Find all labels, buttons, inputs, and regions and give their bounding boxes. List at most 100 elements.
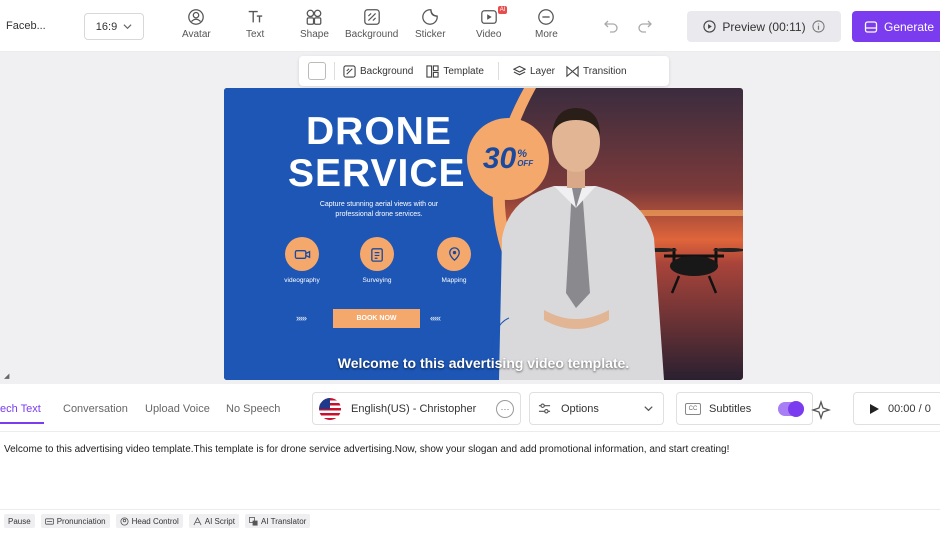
subtoolbar-background-label: Background <box>360 65 414 77</box>
feature-label: videography <box>284 277 320 284</box>
cta-arrows-right: ‹‹‹‹‹ <box>430 313 441 323</box>
tool-background[interactable]: Background <box>345 8 398 46</box>
tool-shape[interactable]: Shape <box>300 8 329 46</box>
tool-more[interactable]: More <box>535 8 558 46</box>
background-icon <box>343 64 356 78</box>
head-control-icon <box>120 516 129 526</box>
speech-panel-header: ech Text Conversation Upload Voice No Sp… <box>0 384 940 432</box>
generate-button[interactable]: Generate <box>852 11 940 42</box>
ai-translator-tool[interactable]: AI Translator <box>244 514 311 528</box>
subtoolbar-layer-label: Layer <box>529 65 555 77</box>
ai-translator-tool-label: AI Translator <box>260 516 307 526</box>
subtitles-control: CC Subtitles <box>676 392 813 425</box>
video-title-line1: DRONE <box>306 110 452 153</box>
divider <box>497 62 499 80</box>
tool-video[interactable]: AI Video <box>476 6 508 46</box>
subtoolbar-transition[interactable]: Transition <box>566 65 627 78</box>
text-icon <box>248 10 263 23</box>
discount-suffix: % OFF <box>517 149 533 169</box>
script-text[interactable]: Velcome to this advertising video templa… <box>4 444 729 455</box>
options-select[interactable]: Options <box>529 392 664 425</box>
translator-icon <box>249 516 258 526</box>
project-name[interactable]: Faceb... <box>6 20 46 32</box>
video-subtitle: Capture stunning aerial views with our p… <box>284 200 474 220</box>
feature-label: Surveying <box>362 277 392 284</box>
generate-label: Generate <box>884 19 935 34</box>
playback-control[interactable]: 00:00 / 0 <box>853 392 940 425</box>
video-icon <box>480 10 497 24</box>
voice-name: English(US) - Christopher <box>351 402 477 415</box>
playback-time: 00:00 / 0 <box>888 402 931 415</box>
tool-text[interactable]: Text <box>246 8 264 46</box>
app-window: Faceb... 16:9 Avatar Text Shape Backgrou… <box>0 0 940 539</box>
subtoolbar-layer[interactable]: Layer <box>512 65 555 78</box>
tool-more-label: More <box>535 29 558 40</box>
sliders-icon <box>538 403 551 414</box>
tab-conversation[interactable]: Conversation <box>63 403 128 415</box>
feature-videography: videography <box>272 237 332 284</box>
discount-off: OFF <box>517 159 534 168</box>
color-picker[interactable] <box>308 62 326 80</box>
tool-shape-label: Shape <box>300 29 329 40</box>
feature-circle <box>360 237 394 271</box>
divider <box>334 62 335 80</box>
sticker-icon <box>422 9 439 25</box>
template-icon <box>426 64 440 78</box>
subtitles-toggle[interactable] <box>778 400 804 417</box>
aspect-ratio-value: 16:9 <box>95 20 118 33</box>
clipboard-icon <box>370 247 383 262</box>
canvas-area: Background Template Layer Transition DRO… <box>0 52 940 384</box>
discount-number: 30 <box>482 142 517 175</box>
tool-video-label: Video <box>476 29 502 40</box>
pause-tool[interactable]: Pause <box>4 514 35 528</box>
feature-surveying: Surveying <box>347 237 407 284</box>
resize-handle-icon[interactable]: ◢ <box>4 372 9 380</box>
undo-icon[interactable] <box>603 17 619 33</box>
sparkle-pin-icon[interactable] <box>811 400 831 420</box>
tab-no-speech[interactable]: No Speech <box>226 403 280 415</box>
background-icon <box>363 9 380 25</box>
subtoolbar-background[interactable]: Background <box>343 64 414 78</box>
feature-circle <box>437 237 471 271</box>
options-label: Options <box>561 402 599 415</box>
info-icon[interactable] <box>811 20 825 33</box>
transition-icon <box>566 65 579 77</box>
avatar-icon <box>188 9 205 25</box>
tool-avatar[interactable]: Avatar <box>182 8 211 46</box>
shape-icon <box>307 9 322 25</box>
map-pin-icon <box>448 246 460 261</box>
voice-select[interactable]: English(US) - Christopher ··· <box>312 392 521 425</box>
aspect-ratio-select[interactable]: 16:9 <box>84 13 144 40</box>
tool-background-label: Background <box>345 29 399 40</box>
feature-label: Mapping <box>441 277 467 284</box>
pronunciation-tool[interactable]: Pronunciation <box>40 514 110 528</box>
camera-icon <box>294 249 310 259</box>
tab-upload-voice[interactable]: Upload Voice <box>145 403 210 415</box>
voice-more-button[interactable]: ··· <box>496 399 514 418</box>
tool-sticker[interactable]: Sticker <box>415 8 446 46</box>
ai-script-tool[interactable]: AI Script <box>188 514 239 528</box>
redo-icon[interactable] <box>637 17 653 33</box>
tool-avatar-label: Avatar <box>182 29 211 40</box>
book-now-button: BOOK NOW <box>333 309 420 328</box>
ai-script-tool-label: AI Script <box>204 516 235 526</box>
subtoolbar-template[interactable]: Template <box>426 64 484 78</box>
video-preview[interactable]: DRONE SERVICE Capture stunning aerial vi… <box>224 88 743 380</box>
preview-label: Preview (00:11) <box>722 19 806 34</box>
preview-button[interactable]: Preview (00:11) <box>687 11 841 42</box>
video-title-line2: SERVICE <box>288 152 466 195</box>
pronunciation-tool-label: Pronunciation <box>56 516 106 526</box>
subtoolbar-transition-label: Transition <box>582 65 627 77</box>
head-control-tool[interactable]: Head Control <box>115 514 183 528</box>
pronunciation-icon <box>44 517 54 525</box>
script-editor[interactable]: Velcome to this advertising video templa… <box>0 432 940 510</box>
tool-sticker-label: Sticker <box>415 29 446 40</box>
active-tab-indicator <box>0 422 44 424</box>
more-icon <box>538 9 555 25</box>
video-subtitle-line1: Capture stunning aerial views with our <box>319 201 439 208</box>
feature-circle <box>285 237 319 271</box>
tab-speech-text[interactable]: ech Text <box>0 403 41 415</box>
chevron-down-icon <box>644 406 653 412</box>
